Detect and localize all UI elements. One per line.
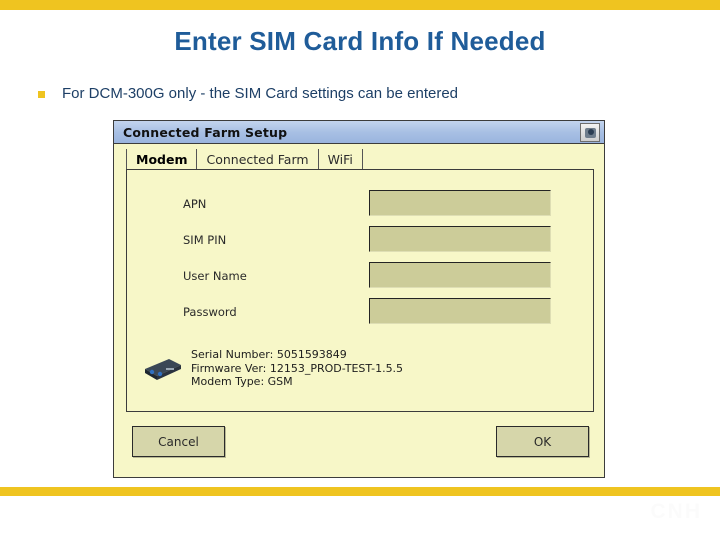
modem-device-icon	[139, 353, 185, 385]
dialog-title: Connected Farm Setup	[123, 124, 288, 140]
tab-connected-farm[interactable]: Connected Farm	[197, 149, 319, 170]
slide-canvas: Enter SIM Card Info If Needed For DCM-30…	[0, 0, 720, 540]
tab-modem[interactable]: Modem	[126, 149, 198, 170]
field-row-password: Password	[127, 298, 593, 326]
label-password: Password	[183, 305, 237, 319]
input-user-name[interactable]	[369, 262, 551, 288]
label-apn: APN	[183, 197, 207, 211]
device-info-block: Serial Number: 5051593849 Firmware Ver: …	[139, 348, 403, 389]
input-sim-pin[interactable]	[369, 226, 551, 252]
device-serial-number: Serial Number: 5051593849	[191, 348, 347, 361]
dialog-titlebar: Connected Farm Setup	[114, 121, 604, 144]
device-firmware-version: Firmware Ver: 12153_PROD-TEST-1.5.5	[191, 361, 404, 375]
bullet-list-item: For DCM-300G only - the SIM Card setting…	[38, 84, 698, 104]
field-row-user-name: User Name	[127, 262, 593, 290]
camera-globe-icon[interactable]	[580, 123, 600, 142]
connected-farm-setup-dialog: Connected Farm Setup Modem Connected Far…	[113, 120, 605, 478]
label-user-name: User Name	[183, 269, 247, 283]
tab-wifi[interactable]: WiFi	[318, 149, 363, 170]
field-row-apn: APN	[127, 190, 593, 218]
square-bullet-icon	[38, 91, 45, 98]
field-row-sim-pin: SIM PIN	[127, 226, 593, 254]
modem-tab-panel: APN SIM PIN User Name Password Serial Nu…	[126, 169, 594, 412]
label-sim-pin: SIM PIN	[183, 233, 227, 247]
watermark-logo: CNH	[650, 500, 702, 523]
ok-button[interactable]: OK	[496, 426, 589, 457]
bottom-accent-bar	[0, 487, 720, 496]
input-password[interactable]	[369, 298, 551, 324]
input-apn[interactable]	[369, 190, 551, 216]
tab-bar: Modem Connected Farm WiFi	[126, 148, 363, 170]
page-title: Enter SIM Card Info If Needed	[174, 26, 546, 56]
bullet-item-label: For DCM-300G only - the SIM Card setting…	[62, 85, 459, 102]
device-modem-type: Modem Type: GSM	[191, 375, 293, 388]
cancel-button[interactable]: Cancel	[132, 426, 225, 457]
top-accent-bar	[0, 0, 720, 10]
